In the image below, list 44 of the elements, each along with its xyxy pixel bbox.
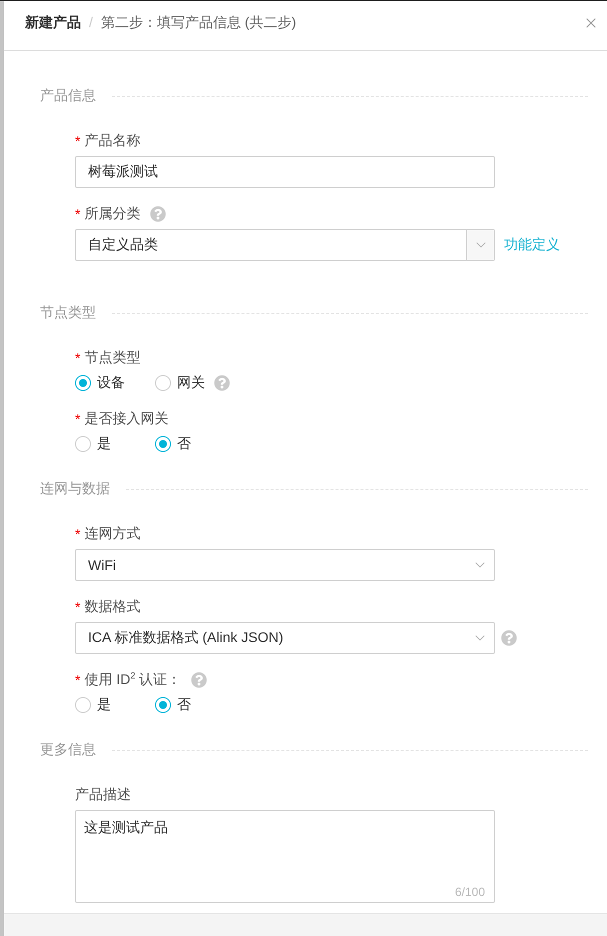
required-mark: * xyxy=(75,411,80,427)
help-icon[interactable] xyxy=(191,672,208,688)
field-label: 数据格式 xyxy=(84,598,140,616)
radio-button[interactable] xyxy=(155,375,171,391)
text-input[interactable]: 树莓派测试 xyxy=(75,156,495,188)
required-mark: * xyxy=(75,350,80,366)
radio-label[interactable]: 否 xyxy=(177,435,191,453)
field-label: 是否接入网关 xyxy=(84,410,168,428)
radio-label[interactable]: 否 xyxy=(177,696,191,714)
radio-button[interactable] xyxy=(75,697,91,713)
section-title: 连网与数据 xyxy=(40,480,110,498)
drawer-title: 新建产品 xyxy=(25,13,81,31)
help-icon[interactable] xyxy=(214,375,230,391)
character-counter: 6/100 xyxy=(454,885,485,899)
radio-button[interactable] xyxy=(155,697,171,713)
radio-label[interactable]: 设备 xyxy=(97,374,125,392)
step-title: 第二步：填写产品信息 (共二步) xyxy=(100,13,296,31)
radio-button[interactable] xyxy=(75,375,91,391)
help-icon[interactable] xyxy=(501,630,517,646)
field-label: 产品名称 xyxy=(84,132,140,150)
radio-label[interactable]: 是 xyxy=(97,696,111,714)
dropdown-select[interactable]: ICA 标准数据格式 (Alink JSON) xyxy=(75,622,495,654)
field-label: 使用 ID$^{2}$ 认证： xyxy=(84,671,182,689)
field-label: 节点类型 xyxy=(84,349,140,367)
help-icon[interactable] xyxy=(150,206,166,222)
field-label: 产品描述 xyxy=(75,786,131,804)
radio-label[interactable]: 网关 xyxy=(177,374,205,392)
field-label: 连网方式 xyxy=(84,525,140,543)
breadcrumb-separator: / xyxy=(89,13,93,31)
radio-button[interactable] xyxy=(155,436,171,452)
section-title: 产品信息 xyxy=(40,87,96,105)
section-title: 节点类型 xyxy=(40,304,96,322)
dropdown-select[interactable]: WiFi xyxy=(75,549,495,581)
radio-button[interactable] xyxy=(75,436,91,452)
section-title: 更多信息 xyxy=(40,741,96,759)
dropdown-toggle[interactable] xyxy=(466,230,494,260)
required-mark: * xyxy=(75,206,80,222)
radio-label[interactable]: 是 xyxy=(97,435,111,453)
required-mark: * xyxy=(75,133,80,149)
field-label: 所属分类 xyxy=(84,205,140,223)
required-mark: * xyxy=(75,672,80,688)
required-mark: * xyxy=(75,599,80,615)
dropdown-select[interactable]: 自定义品类 xyxy=(75,229,495,261)
required-mark: * xyxy=(75,526,80,542)
